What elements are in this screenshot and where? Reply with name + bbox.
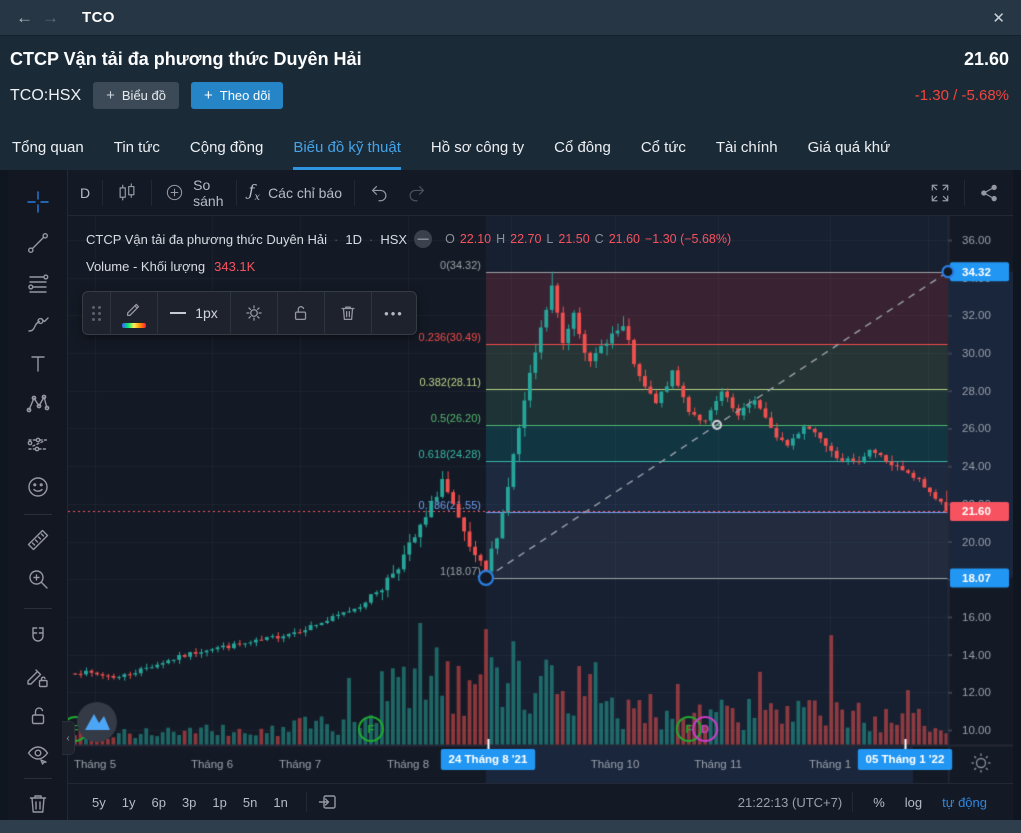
lock-all-drawings-tool[interactable] — [24, 702, 52, 730]
tab-tai-chinh[interactable]: Tài chính — [716, 130, 778, 170]
symbol-exchange: TCO:HSX — [10, 87, 81, 105]
chart-style-button[interactable] — [115, 181, 139, 205]
toolbar-divider — [24, 514, 52, 515]
remove-drawings-tool[interactable] — [24, 790, 52, 818]
drawing-tools-sidebar — [8, 170, 68, 820]
tab-gia-qua-khu[interactable]: Giá quá khứ — [808, 130, 891, 170]
price-change: -1.30 / -5.68% — [915, 87, 1009, 104]
toolbar-divider — [24, 608, 52, 609]
toolbar-divider — [852, 792, 853, 812]
tab-tin-tuc[interactable]: Tin tức — [114, 130, 160, 170]
legend-interval[interactable]: 1D — [345, 232, 362, 247]
undo-button[interactable] — [367, 181, 391, 205]
plus-icon: + — [106, 88, 115, 103]
interval-button[interactable]: D — [80, 185, 90, 201]
chart-bottom-toolbar: 5y1y6p3p1p5n1n 21:22:13 (UTC+7) % log tự… — [68, 783, 1013, 820]
chart-shell: D So sánh ƒx Các chỉ báo CTCP Vận tải đa… — [8, 170, 1013, 820]
tab-co-tuc[interactable]: Cổ tức — [641, 130, 686, 170]
tab-ho-so-cong-ty[interactable]: Hồ sơ công ty — [431, 130, 524, 170]
tab-cong-dong[interactable]: Cộng đồng — [190, 130, 263, 170]
range-6p[interactable]: 6p — [143, 792, 173, 813]
range-1n[interactable]: 1n — [265, 792, 295, 813]
clock-utc[interactable]: 21:22:13 (UTC+7) — [738, 795, 842, 810]
page-bottom-strip — [0, 820, 1021, 833]
tab-co-dong[interactable]: Cổ đông — [554, 130, 611, 170]
range-3p[interactable]: 3p — [174, 792, 204, 813]
toolbar-divider — [102, 180, 103, 206]
tab-bieu-do-ky-thuat[interactable]: Biểu đồ kỹ thuật — [293, 130, 401, 170]
forward-arrow-icon[interactable]: → — [42, 8, 68, 28]
chart-zone: D So sánh ƒx Các chỉ báo CTCP Vận tải đa… — [0, 170, 1021, 820]
brush-tool[interactable] — [24, 310, 52, 338]
close-icon[interactable]: ✕ — [992, 9, 1005, 27]
symbol-header: CTCP Vận tải đa phương thức Duyên Hải 21… — [0, 37, 1021, 130]
chart-legend: CTCP Vận tải đa phương thức Duyên Hải · … — [86, 230, 731, 274]
text-tool[interactable] — [24, 350, 52, 378]
line-width-button[interactable]: 1px — [158, 292, 230, 334]
add-chart-button[interactable]: + Biểu đồ — [93, 82, 179, 109]
company-name: CTCP Vận tải đa phương thức Duyên Hải — [10, 49, 362, 70]
projection-tool[interactable] — [24, 430, 52, 458]
volume-value: 343.1K — [214, 259, 255, 274]
emoji-tool[interactable] — [24, 473, 52, 501]
more-options-button[interactable]: ••• — [372, 292, 416, 334]
crosshair-tool[interactable] — [24, 188, 52, 216]
range-5n[interactable]: 5n — [235, 792, 265, 813]
drawing-properties-toolbar: 1px ••• — [82, 291, 417, 335]
back-arrow-icon[interactable]: ← — [16, 8, 42, 28]
section-tabs: Tổng quan Tin tức Cộng đồng Biểu đồ kỹ thuậ… — [0, 130, 1021, 170]
trend-line-tool[interactable] — [24, 229, 52, 257]
xabcd-pattern-tool[interactable] — [24, 390, 52, 418]
fib-retracement-tool[interactable] — [24, 270, 52, 298]
drag-handle[interactable] — [83, 292, 110, 334]
zoom-in-tool[interactable] — [24, 565, 52, 593]
hide-series-button[interactable]: — — [414, 230, 432, 248]
toolbar-divider — [306, 792, 307, 812]
range-1p[interactable]: 1p — [204, 792, 234, 813]
hide-drawings-tool[interactable] — [24, 740, 52, 768]
percent-scale-button[interactable]: % — [863, 795, 895, 810]
legend-symbol-title[interactable]: CTCP Vận tải đa phương thức Duyên Hải — [86, 232, 327, 247]
range-buttons: 5y1y6p3p1p5n1n — [84, 792, 296, 813]
redo-button[interactable] — [405, 181, 429, 205]
go-to-date-button[interactable] — [317, 791, 339, 813]
delete-drawing-button[interactable] — [325, 292, 371, 334]
toolbar-divider — [354, 180, 355, 206]
settings-button[interactable] — [231, 292, 277, 334]
measure-tool[interactable] — [24, 526, 52, 554]
toolbar-divider — [24, 778, 52, 779]
toolbar-divider — [964, 180, 965, 206]
sidebar-collapse-handle[interactable]: ‹ — [62, 721, 75, 755]
window-title: TCO — [82, 9, 115, 26]
fx-icon: ƒx — [249, 181, 261, 203]
magnet-tool[interactable] — [24, 623, 52, 651]
drawing-mode-lock-tool[interactable] — [24, 663, 52, 691]
toolbar-divider — [151, 180, 152, 206]
indicators-button[interactable]: ƒx Các chỉ báo — [249, 181, 343, 203]
unlock-button[interactable] — [278, 292, 324, 334]
toolbar-divider — [236, 180, 237, 206]
chart-top-toolbar: D So sánh ƒx Các chỉ báo — [68, 170, 1013, 216]
range-5y[interactable]: 5y — [84, 792, 114, 813]
auto-scale-button[interactable]: tự động — [932, 795, 997, 810]
plus-icon: + — [204, 88, 213, 103]
follow-button[interactable]: + Theo dõi — [191, 82, 283, 109]
line-sample-icon — [170, 312, 186, 314]
ohlc-values: O22.10 H22.70 L21.50 C21.60 −1.30 (−5.68… — [445, 232, 731, 246]
circle-plus-icon — [164, 182, 185, 203]
window-topbar: ← → TCO ✕ — [0, 0, 1021, 36]
volume-study-label[interactable]: Volume - Khối lượng — [86, 259, 205, 274]
rainbow-swatch — [122, 323, 146, 328]
tab-tong-quan[interactable]: Tổng quan — [12, 130, 84, 170]
last-price: 21.60 — [964, 49, 1009, 70]
legend-exchange[interactable]: HSX — [380, 232, 407, 247]
color-picker-button[interactable] — [111, 292, 157, 334]
share-button[interactable] — [977, 181, 1001, 205]
log-scale-button[interactable]: log — [895, 795, 932, 810]
fullscreen-button[interactable] — [928, 181, 952, 205]
range-1y[interactable]: 1y — [114, 792, 144, 813]
legend-change: −1.30 (−5.68%) — [645, 232, 731, 246]
compare-button[interactable]: So sánh — [164, 177, 223, 209]
